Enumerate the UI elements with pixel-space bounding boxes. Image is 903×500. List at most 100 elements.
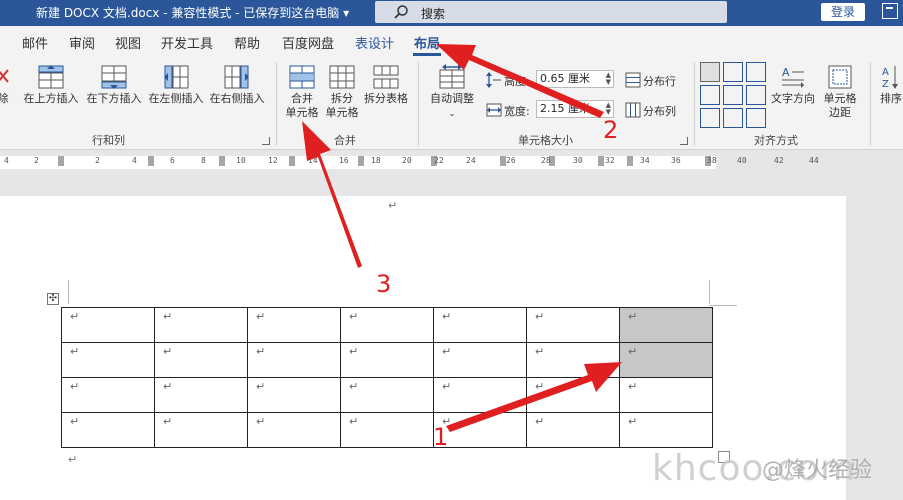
sort-button[interactable]: A Z 排序 xyxy=(876,64,903,106)
table-cell[interactable]: ↵ xyxy=(154,307,248,343)
tab-table-design[interactable]: 表设计 xyxy=(355,33,394,52)
merge-cells-button[interactable]: 合并 单元格 xyxy=(282,64,322,120)
table-cell[interactable]: ↵ xyxy=(619,377,713,413)
table-cell[interactable]: ↵ xyxy=(247,377,341,413)
table-cell[interactable]: ↵ xyxy=(61,412,155,448)
cell-end-mark: ↵ xyxy=(70,380,80,393)
document-table[interactable]: ↵ ↵ ↵ ↵ ↵ ↵ ↵ ↵ ↵ ↵ ↵ ↵ ↵ ↵ ↵ ↵ ↵ ↵ ↵ ↵ ↵ ↵ ↵ ↵ ↵ ↵ ↵ ↵ xyxy=(61,307,713,448)
table-cell[interactable]: ↵ xyxy=(154,377,248,413)
watermark-author: @烽火经验 xyxy=(762,458,873,483)
table-cell[interactable]: ↵ xyxy=(340,412,434,448)
split-table-button[interactable]: 拆分表格 xyxy=(362,64,410,106)
delete-button[interactable]: 除 xyxy=(0,64,10,106)
cell-end-mark: ↵ xyxy=(442,345,452,358)
table-cell[interactable]: ↵ xyxy=(526,377,620,413)
text-direction-button[interactable]: A 文字方向 xyxy=(768,64,818,106)
table-cell[interactable]: ↵ xyxy=(247,342,341,378)
autofit-button[interactable]: 自动调整 ⌄ xyxy=(424,64,480,121)
group-separator xyxy=(694,62,695,146)
cell-size-launcher-icon[interactable] xyxy=(680,137,688,145)
insert-right-button[interactable]: 在右侧插入 xyxy=(206,64,268,106)
tab-layout[interactable]: 布局 xyxy=(414,33,440,52)
ruler-column-marker[interactable] xyxy=(219,156,225,166)
align-top-right-icon[interactable] xyxy=(746,62,766,82)
table-cell[interactable]: ↵ xyxy=(526,307,620,343)
tab-view[interactable]: 视图 xyxy=(115,33,141,52)
align-top-center-icon[interactable] xyxy=(723,62,743,82)
ruler-column-marker[interactable] xyxy=(598,156,604,166)
ruler-column-marker[interactable] xyxy=(358,156,364,166)
rows-columns-launcher-icon[interactable] xyxy=(262,137,270,145)
distribute-rows-button[interactable]: 分布行 xyxy=(643,73,676,89)
search-box[interactable]: 搜索 xyxy=(375,1,727,23)
ruler-tick-label: 2 xyxy=(95,156,100,165)
cell-end-mark: ↵ xyxy=(535,345,545,358)
tab-mailings[interactable]: 邮件 xyxy=(22,33,48,52)
ruler-column-marker[interactable] xyxy=(627,156,633,166)
table-cell-selected[interactable]: ↵ xyxy=(619,307,713,343)
table-cell[interactable]: ↵ xyxy=(154,342,248,378)
table-cell[interactable]: ↵ xyxy=(433,342,527,378)
group-cell-size-label: 单元格大小 xyxy=(518,134,573,147)
table-cell[interactable]: ↵ xyxy=(619,412,713,448)
login-button[interactable]: 登录 xyxy=(821,3,865,21)
text-direction-label: 文字方向 xyxy=(771,92,815,105)
insert-below-button[interactable]: 在下方插入 xyxy=(83,64,145,106)
horizontal-ruler[interactable]: 4 2 2 4 6 8 10 12 14 16 18 20 22 24 26 28 30 32 34 36 38 40 42… xyxy=(0,150,903,174)
insert-above-icon xyxy=(38,65,64,89)
tab-help[interactable]: 帮助 xyxy=(234,33,260,52)
document-title[interactable]: 新建 DOCX 文档.docx - 兼容性模式 - 已保存到这台电脑 ▾ xyxy=(36,4,349,21)
align-middle-right-icon[interactable] xyxy=(746,85,766,105)
ribbon-display-options-icon[interactable] xyxy=(882,3,898,19)
tab-baidu-netdisk[interactable]: 百度网盘 xyxy=(282,33,334,52)
ruler-tick-label: 34 xyxy=(640,156,650,165)
tab-review[interactable]: 审阅 xyxy=(69,33,95,52)
ruler-column-marker[interactable] xyxy=(58,156,64,166)
tab-developer[interactable]: 开发工具 xyxy=(161,33,213,52)
table-cell[interactable]: ↵ xyxy=(247,307,341,343)
insert-left-icon xyxy=(164,65,189,89)
ruler-column-marker[interactable] xyxy=(289,156,295,166)
table-cell[interactable]: ↵ xyxy=(526,412,620,448)
cell-end-mark: ↵ xyxy=(442,310,452,323)
align-top-left-icon[interactable] xyxy=(700,62,720,82)
ruler-tick-label: 32 xyxy=(605,156,615,165)
align-bottom-right-icon[interactable] xyxy=(746,108,766,128)
chevron-down-icon: ⌄ xyxy=(448,109,456,118)
table-cell[interactable]: ↵ xyxy=(247,412,341,448)
table-cell[interactable]: ↵ xyxy=(340,377,434,413)
table-cell[interactable]: ↵ xyxy=(433,377,527,413)
insert-above-button[interactable]: 在上方插入 xyxy=(20,64,82,106)
table-cell[interactable]: ↵ xyxy=(61,377,155,413)
split-cells-button[interactable]: 拆分 单元格 xyxy=(322,64,362,120)
insert-below-label: 在下方插入 xyxy=(86,92,142,105)
paragraph-mark: ↵ xyxy=(388,199,398,212)
align-center-icon[interactable] xyxy=(723,85,743,105)
table-cell[interactable]: ↵ xyxy=(340,342,434,378)
alignment-grid xyxy=(700,62,766,128)
table-cell[interactable]: ↵ xyxy=(154,412,248,448)
ruler-tick-label: 40 xyxy=(737,156,747,165)
cell-margins-button[interactable]: 单元格 边距 xyxy=(818,64,862,120)
table-move-handle-icon[interactable]: ✣ xyxy=(47,293,59,305)
cell-end-mark: ↵ xyxy=(256,310,266,323)
merge-cells-label-1: 合并 xyxy=(291,92,313,105)
spinner-arrows-icon[interactable]: ▲ ▼ xyxy=(606,102,611,116)
ruler-column-marker[interactable] xyxy=(148,156,154,166)
ruler-tick-label: 10 xyxy=(236,156,246,165)
table-cell-selected[interactable]: ↵ xyxy=(619,342,713,378)
align-middle-left-icon[interactable] xyxy=(700,85,720,105)
insert-left-button[interactable]: 在左侧插入 xyxy=(145,64,207,106)
merge-cells-label-2: 单元格 xyxy=(285,106,319,119)
align-bottom-center-icon[interactable] xyxy=(723,108,743,128)
distribute-columns-button[interactable]: 分布列 xyxy=(643,103,676,119)
spinner-arrows-icon[interactable]: ▲ ▼ xyxy=(606,72,611,86)
table-cell[interactable]: ↵ xyxy=(433,307,527,343)
margin-corner-mark xyxy=(709,280,710,304)
table-cell[interactable]: ↵ xyxy=(526,342,620,378)
table-cell[interactable]: ↵ xyxy=(61,307,155,343)
table-cell[interactable]: ↵ xyxy=(340,307,434,343)
table-cell[interactable]: ↵ xyxy=(61,342,155,378)
height-input[interactable]: 0.65 厘米 ▲ ▼ xyxy=(536,70,614,88)
align-bottom-left-icon[interactable] xyxy=(700,108,720,128)
